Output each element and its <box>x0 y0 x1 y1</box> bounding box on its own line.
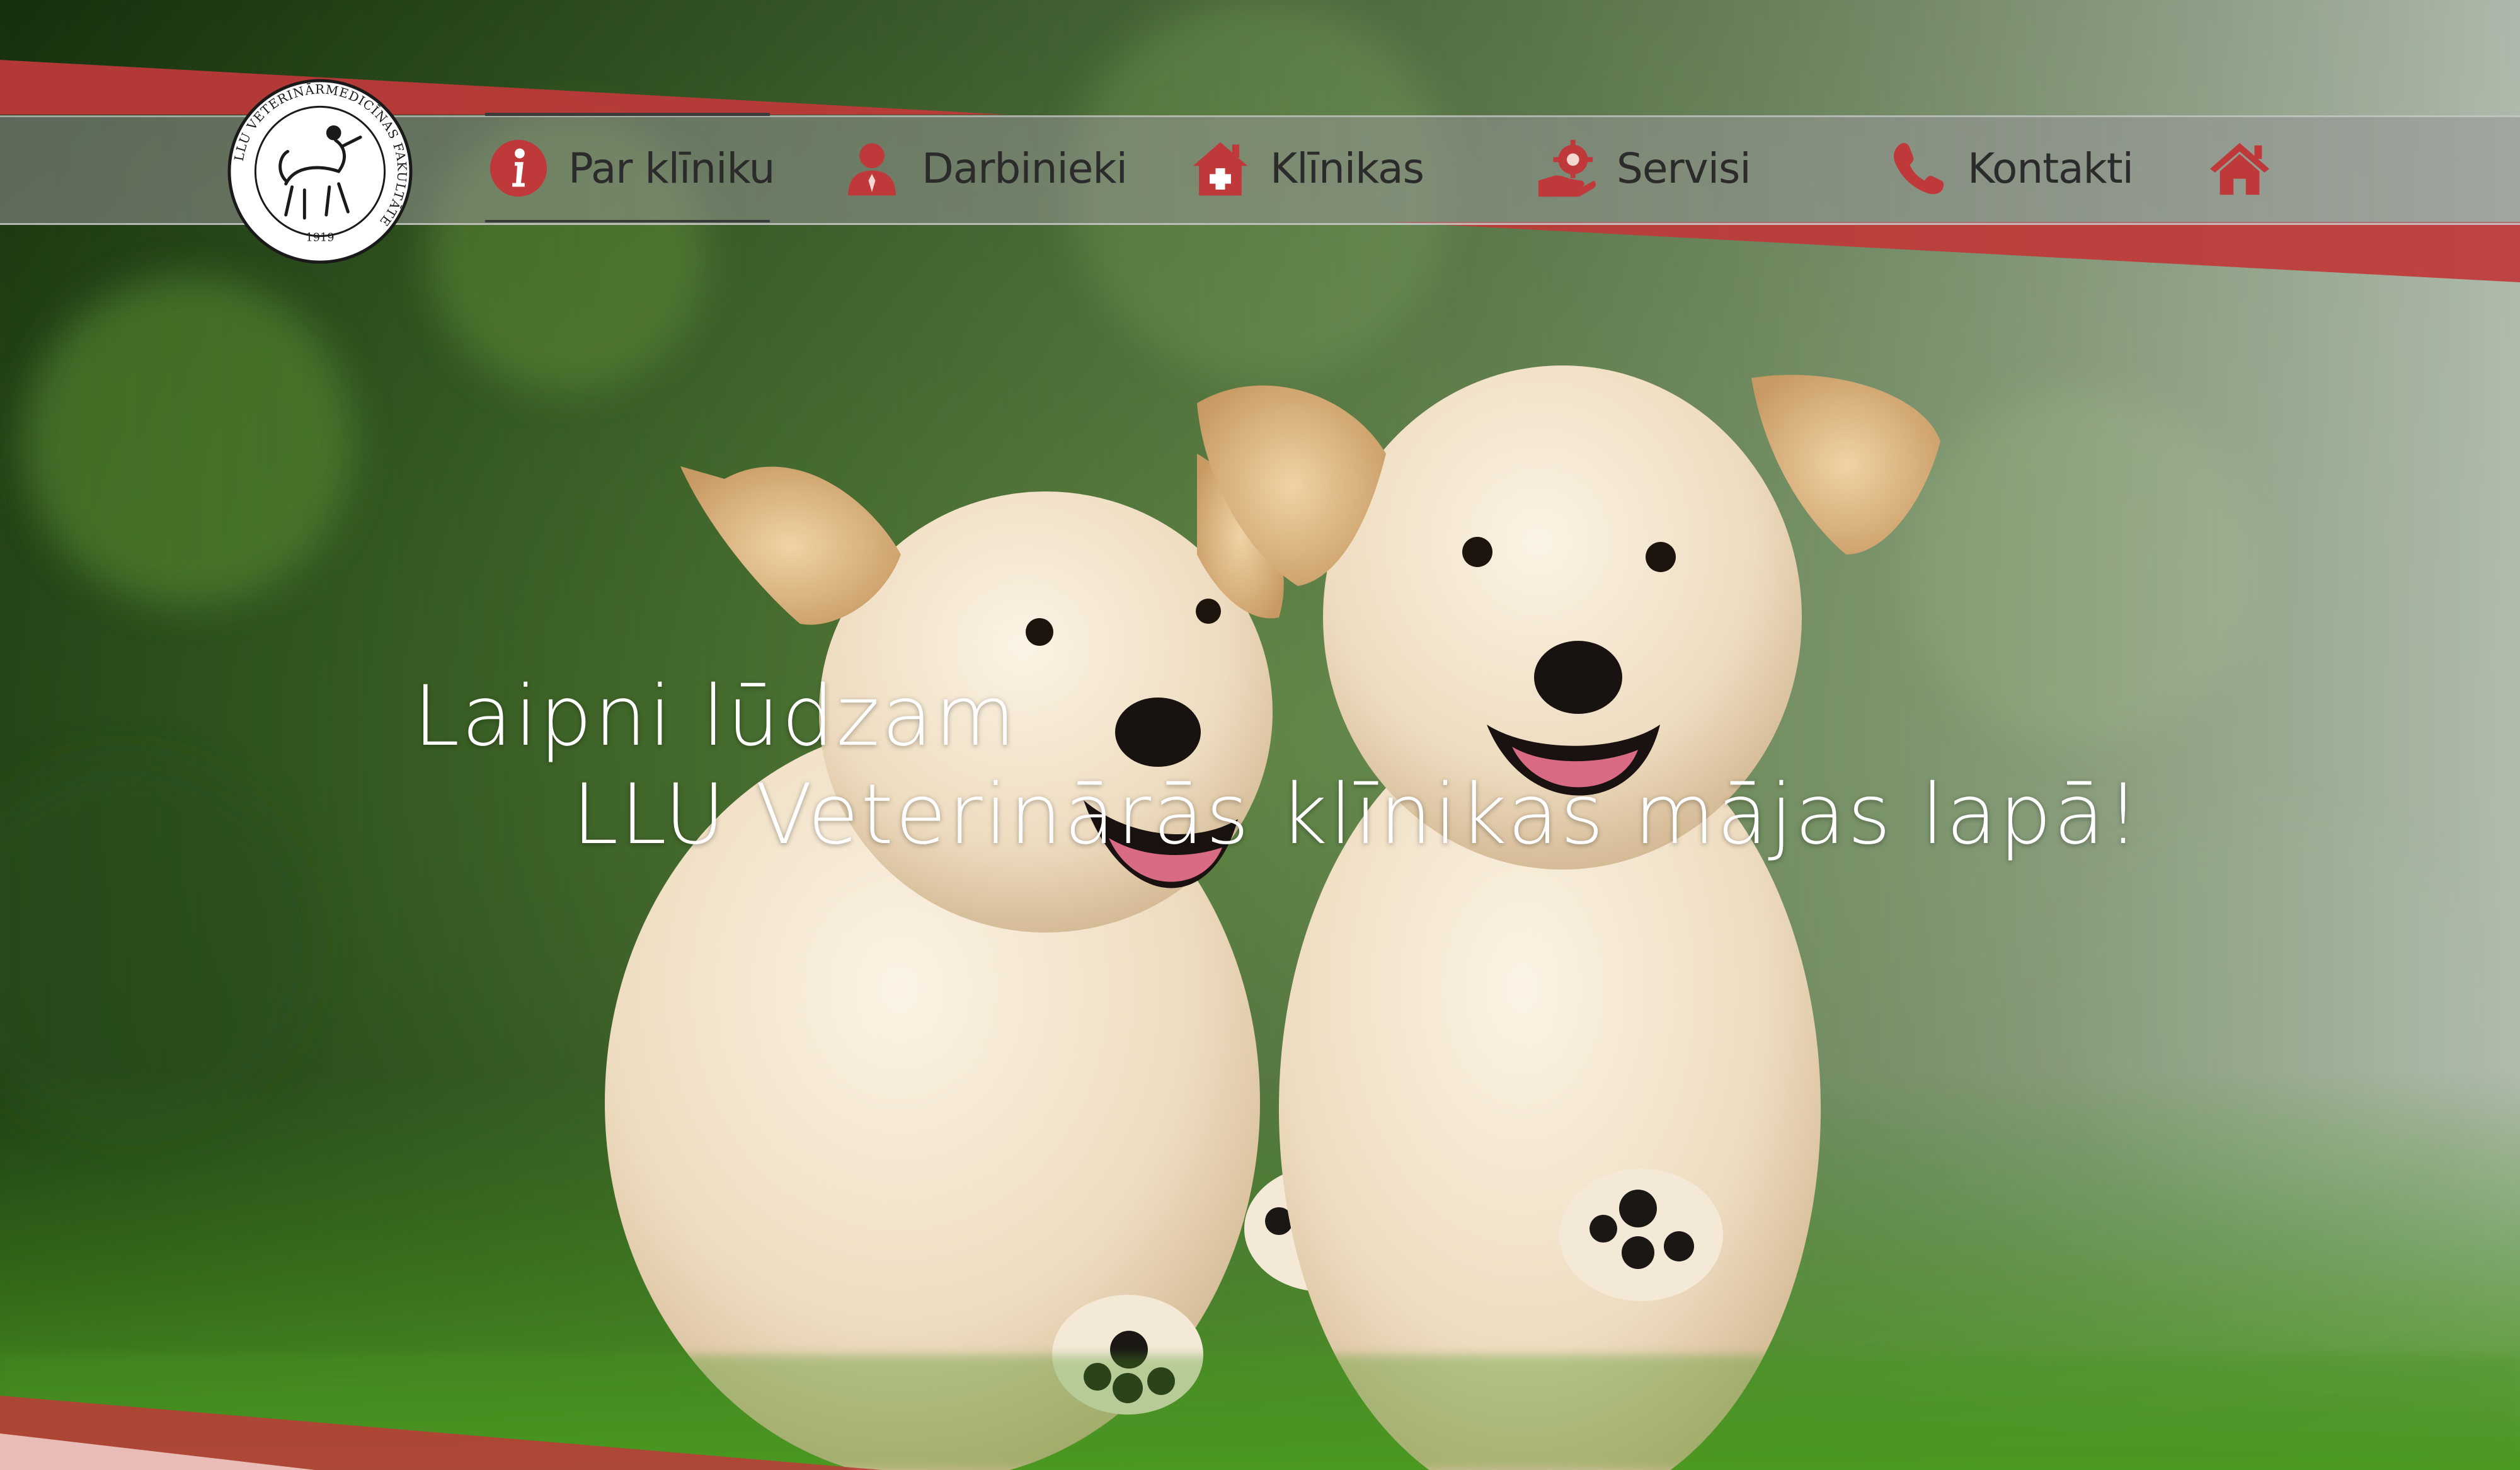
hand-gear-icon <box>1536 137 1598 199</box>
nav-item-par-kliniku[interactable]: Par klīniku <box>484 113 775 222</box>
nav-label-klinikas: Klīnikas <box>1270 144 1424 193</box>
hero-headline-line-1: Laipni lūdzam <box>413 668 1018 765</box>
logo-year: 1919 <box>306 232 334 244</box>
page: LLU VETERINĀRMEDICĪNAS FAKULTĀTE 1919 Pa… <box>0 0 2520 1470</box>
info-circle-icon <box>488 137 549 199</box>
medical-house-icon <box>1189 137 1251 199</box>
phone-icon <box>1887 137 1949 199</box>
nav-label-kontakti: Kontakti <box>1967 144 2134 193</box>
nav-item-kontakti[interactable]: Kontakti <box>1887 115 2134 221</box>
faculty-logo[interactable]: LLU VETERINĀRMEDICĪNAS FAKULTĀTE 1919 <box>227 78 413 265</box>
nav-item-servisi[interactable]: Servisi <box>1536 115 1751 221</box>
nav-item-klinikas[interactable]: Klīnikas <box>1189 115 1424 221</box>
nav-label-servisi: Servisi <box>1617 144 1751 193</box>
person-icon <box>841 137 903 199</box>
nav-item-home[interactable] <box>2209 115 2271 221</box>
nav-label-par-kliniku: Par klīniku <box>568 144 775 193</box>
nav-item-darbinieki[interactable]: Darbinieki <box>841 115 1128 221</box>
home-icon <box>2209 137 2271 199</box>
hero-headline-line-2: LLU Veterinārās klīnikas mājas lapā! <box>572 766 2142 863</box>
nav-label-darbinieki: Darbinieki <box>922 144 1128 193</box>
